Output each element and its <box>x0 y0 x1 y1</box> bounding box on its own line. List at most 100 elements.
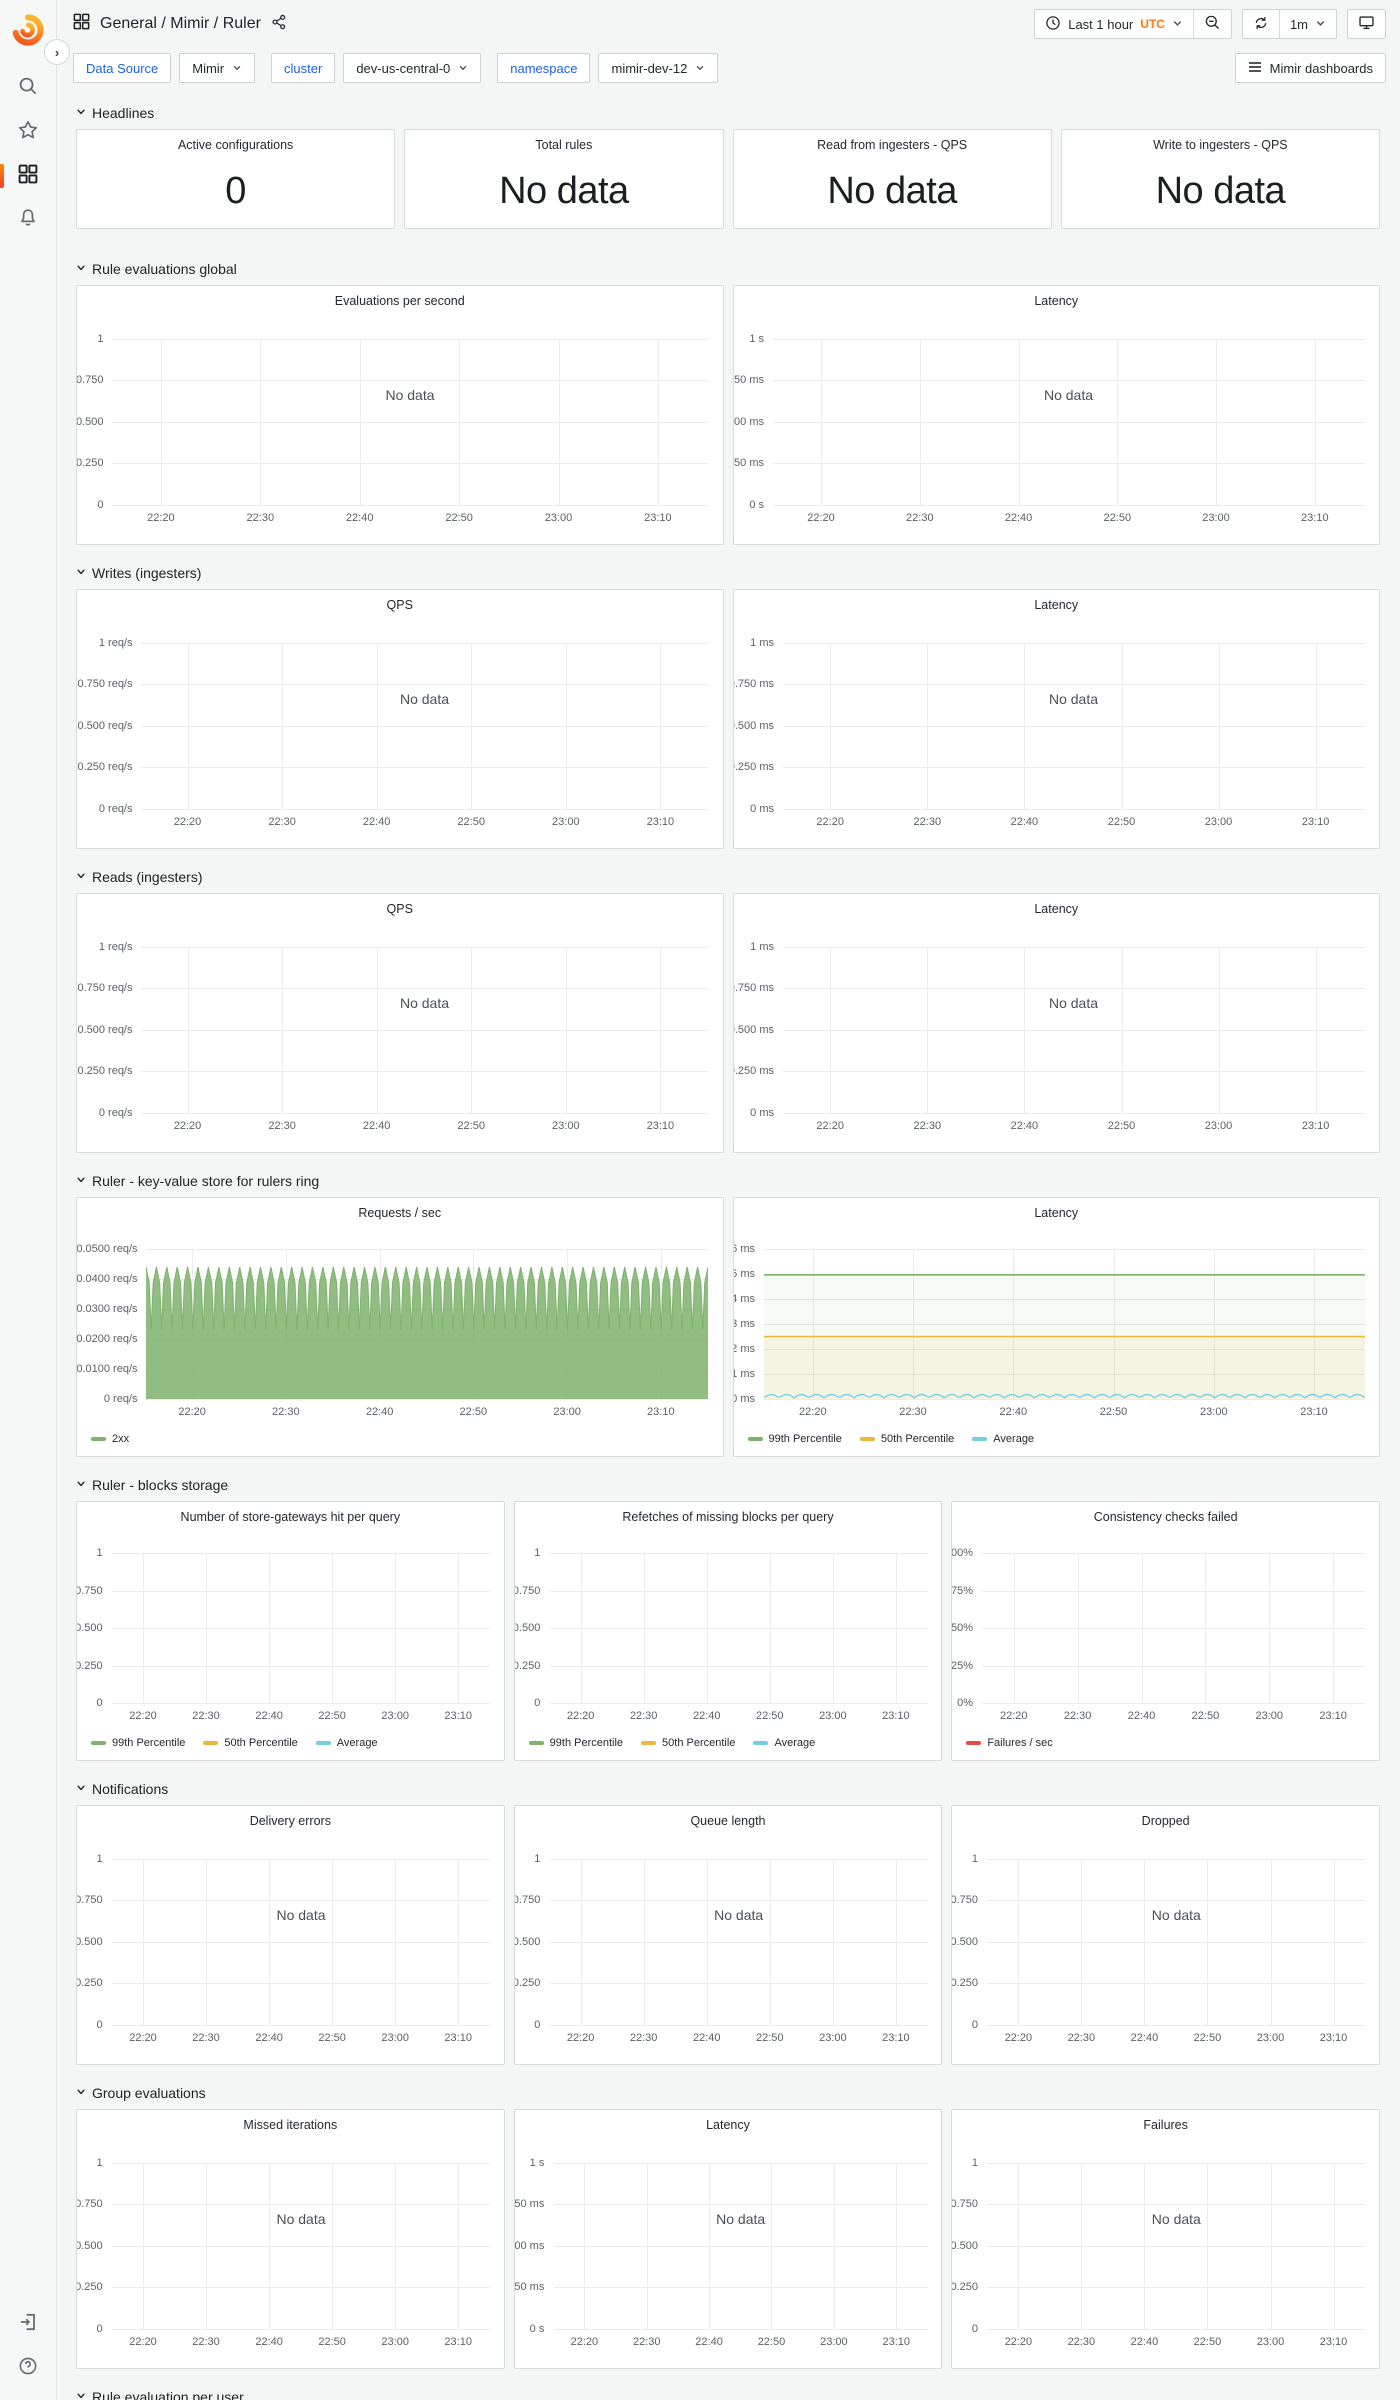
legend-item-average[interactable]: Average <box>315 1737 378 1749</box>
panel-title[interactable]: Latency <box>764 598 1350 612</box>
x-axis-tick: 23:00 <box>552 1120 580 1132</box>
topbar-controls: Last 1 hour UTC 1m <box>1034 9 1386 39</box>
y-axis-tick: 0.500 <box>951 2239 978 2252</box>
y-axis-tick: 0.250 <box>951 2281 978 2294</box>
topbar: General / Mimir / Ruler Last 1 hour UTC <box>57 0 1400 48</box>
legend-item-failures-sec[interactable]: Failures / sec <box>966 1737 1053 1749</box>
zoom-out-button[interactable] <box>1192 10 1231 38</box>
y-axis-tick: 0.500 <box>76 1935 103 1948</box>
panel-title[interactable]: Active configurations <box>107 138 364 152</box>
chevron-down-icon <box>1315 17 1326 32</box>
x-axis-tick: 23:00 <box>381 2336 409 2348</box>
section-header-notifications[interactable]: Notifications <box>76 1781 1380 1797</box>
section-header-headlines[interactable]: Headlines <box>76 105 1380 121</box>
time-range-picker[interactable]: Last 1 hour UTC <box>1035 10 1193 38</box>
legend-item-average[interactable]: Average <box>753 1737 815 1749</box>
panel-title[interactable]: QPS <box>107 902 693 916</box>
section-header-rule-evaluation-per-user[interactable]: Rule evaluation per user <box>76 2389 1380 2400</box>
sidebar-item-sign-in[interactable] <box>0 2302 57 2346</box>
y-axis-tick: 0.0200 req/s <box>76 1333 138 1345</box>
x-axis-tick: 23:10 <box>1301 1120 1330 1132</box>
section-header-reads-ingesters[interactable]: Reads (ingesters) <box>76 869 1380 885</box>
chart-panel-latency: Latency 1 ms 0.750 ms 0.500 ms 0.250 ms 0 ms 2… <box>732 589 1380 849</box>
section-header-ruler-key-value-store-for-rulers-ring[interactable]: Ruler - key-value store for rulers ring <box>76 1173 1380 1189</box>
panel-title[interactable]: Evaluations per second <box>107 294 693 308</box>
no-data-message: No data <box>385 387 435 404</box>
legend-item-99th-percentile[interactable]: 99th Percentile <box>747 1433 842 1445</box>
grafana-logo[interactable] <box>10 12 46 48</box>
x-axis-tick: 22:20 <box>999 1710 1028 1722</box>
x-axis-tick: 23:10 <box>444 2032 472 2044</box>
panel-title[interactable]: Write to ingesters - QPS <box>1092 138 1349 152</box>
legend-item-50th-percentile[interactable]: 50th Percentile <box>859 1433 954 1445</box>
sidebar-item-search[interactable] <box>0 66 57 110</box>
y-axis-tick: 0 <box>96 2323 103 2335</box>
timezone-label: UTC <box>1140 17 1165 31</box>
y-axis-tick: 1 <box>96 2156 103 2169</box>
section-header-ruler-blocks-storage[interactable]: Ruler - blocks storage <box>76 1477 1380 1493</box>
legend-label: Average <box>993 1433 1035 1445</box>
variable-value-dropdown[interactable]: dev-us-central-0 <box>343 53 482 83</box>
mimir-dashboards-button[interactable]: Mimir dashboards <box>1234 53 1386 83</box>
x-axis-tick: 22:30 <box>906 512 934 524</box>
panel-title[interactable]: Queue length <box>545 1814 912 1828</box>
legend-item-99th-percentile[interactable]: 99th Percentile <box>528 1737 623 1749</box>
x-axis-tick: 22:50 <box>1107 1120 1136 1132</box>
panel-title[interactable]: Requests / sec <box>107 1206 693 1220</box>
legend-swatch <box>753 1741 769 1745</box>
clock-icon <box>1045 15 1061 34</box>
refresh-interval-picker[interactable]: 1m <box>1278 10 1336 38</box>
section-title: Rule evaluation per user <box>92 2389 244 2400</box>
y-axis-tick: 1 <box>971 2156 978 2169</box>
sidebar-item-dashboards[interactable] <box>0 154 57 198</box>
x-axis-tick: 22:50 <box>755 2032 784 2044</box>
panel-title[interactable]: Total rules <box>435 138 692 152</box>
legend-item-average[interactable]: Average <box>972 1433 1034 1445</box>
panel-title[interactable]: Delivery errors <box>107 1814 474 1828</box>
sidebar-expand-button[interactable]: › <box>44 39 70 65</box>
section-header-rule-evaluations-global[interactable]: Rule evaluations global <box>76 261 1380 277</box>
sidebar-item-starred[interactable] <box>0 110 57 154</box>
panel-title[interactable]: Failures <box>982 2118 1349 2132</box>
legend-item-50th-percentile[interactable]: 50th Percentile <box>641 1737 735 1749</box>
sidebar-item-alerting[interactable] <box>0 198 57 242</box>
panel-title[interactable]: Number of store-gateways hit per query <box>107 1510 474 1524</box>
chart-panel-missed-iterations: Missed iterations 1 0.750 0.500 0.250 0 22:20 2… <box>76 2109 505 2369</box>
kiosk-mode-button[interactable] <box>1348 10 1385 38</box>
section-header-group-evaluations[interactable]: Group evaluations <box>76 2085 1380 2101</box>
panel-title[interactable]: Latency <box>764 294 1350 308</box>
share-icon[interactable] <box>271 14 287 35</box>
section-header-writes-ingesters[interactable]: Writes (ingesters) <box>76 565 1380 581</box>
y-axis-tick: 0.500 req/s <box>77 1023 133 1036</box>
x-axis-tick: 22:30 <box>268 1120 296 1132</box>
panel-title[interactable]: Read from ingesters - QPS <box>764 138 1021 152</box>
time-range-label: Last 1 hour <box>1068 16 1134 32</box>
refresh-button[interactable] <box>1243 10 1279 38</box>
panel-title[interactable]: Dropped <box>982 1814 1349 1828</box>
sign-in-icon <box>18 2312 38 2337</box>
panel-title[interactable]: Latency <box>545 2118 912 2132</box>
x-axis-tick: 22:50 <box>318 2032 346 2044</box>
y-axis-tick: 25% <box>951 1659 973 1672</box>
x-axis-tick: 22:50 <box>757 2336 786 2348</box>
variable-value-dropdown[interactable]: mimir-dev-12 <box>598 53 719 83</box>
legend-swatch <box>641 1741 657 1745</box>
legend-item-2xx[interactable]: 2xx <box>91 1433 129 1445</box>
chart-panel-latency: Latency 1 ms 0.750 ms 0.500 ms 0.250 ms 0 ms 2… <box>732 893 1380 1153</box>
dashboard-title[interactable]: General / Mimir / Ruler <box>100 15 261 33</box>
x-axis-tick: 22:20 <box>129 2032 157 2044</box>
y-axis-tick: 0.750 <box>951 2198 978 2211</box>
y-axis-tick: 0.500 <box>76 415 104 428</box>
panel-title[interactable]: Consistency checks failed <box>982 1510 1349 1524</box>
panel-title[interactable]: Latency <box>764 902 1350 916</box>
y-axis-tick: 100% <box>951 1547 973 1559</box>
panel-title[interactable]: QPS <box>107 598 693 612</box>
panel-title[interactable]: Refetches of missing blocks per query <box>545 1510 912 1524</box>
variable-value-dropdown[interactable]: Mimir <box>179 53 256 83</box>
stat-value: 0 <box>225 170 246 212</box>
panel-title[interactable]: Latency <box>764 1206 1350 1220</box>
legend-item-99th-percentile[interactable]: 99th Percentile <box>91 1737 185 1749</box>
sidebar-item-help[interactable] <box>0 2346 57 2390</box>
legend-item-50th-percentile[interactable]: 50th Percentile <box>203 1737 298 1749</box>
panel-title[interactable]: Missed iterations <box>107 2118 474 2132</box>
